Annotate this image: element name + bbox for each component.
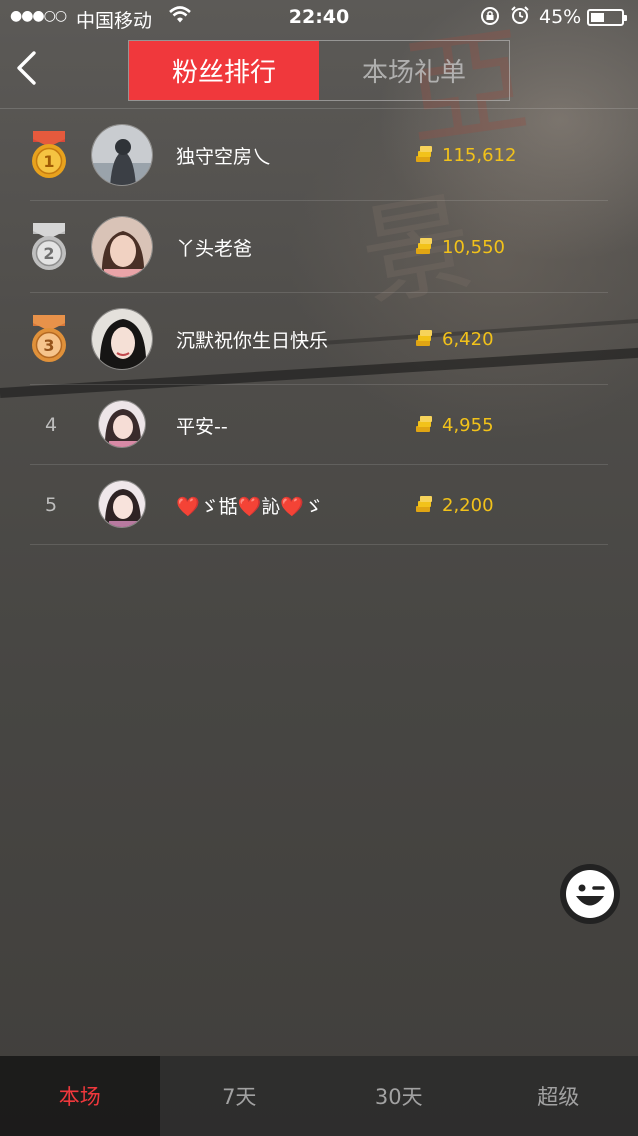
list-item[interactable]: 5 ❤️ゞ甛❤️訫❤️ゞ 2,200 bbox=[0, 465, 638, 545]
coin-amount: 4,955 bbox=[414, 385, 494, 465]
list-item[interactable]: 3 沉默祝你生日快乐 6,420 bbox=[0, 293, 638, 385]
user-name: ❤️ゞ甛❤️訫❤️ゞ bbox=[176, 495, 323, 518]
coin-amount: 10,550 bbox=[414, 201, 505, 293]
ranking-tabs: 粉丝排行 本场礼单 bbox=[128, 40, 510, 101]
avatar[interactable] bbox=[91, 124, 153, 186]
rank-number: 5 bbox=[44, 494, 58, 516]
medal-rank-number: 1 bbox=[43, 152, 54, 171]
orientation-lock-icon bbox=[480, 6, 500, 31]
coin-amount-value: 4,955 bbox=[442, 414, 494, 436]
tab-gift-list[interactable]: 本场礼单 bbox=[319, 41, 509, 100]
back-button[interactable] bbox=[12, 50, 44, 86]
period-tab-bar: 本场 7天 30天 超级 bbox=[0, 1056, 638, 1136]
avatar[interactable] bbox=[98, 480, 146, 528]
emoji-button[interactable] bbox=[559, 863, 621, 925]
coin-amount: 115,612 bbox=[414, 109, 516, 201]
fan-ranking-list: 1 独守空房乀 115,612 2 丫头老爸 10,550 3 沉默祝你生日快乐… bbox=[0, 109, 638, 545]
wink-face-icon bbox=[560, 864, 620, 924]
tab-super[interactable]: 超级 bbox=[479, 1056, 638, 1136]
coin-amount: 6,420 bbox=[414, 293, 494, 385]
bronze-medal-icon: 3 bbox=[32, 315, 66, 362]
gold-medal-icon: 1 bbox=[32, 131, 66, 178]
coin-icon bbox=[416, 238, 432, 254]
coin-icon bbox=[416, 146, 432, 162]
user-name: 丫头老爸 bbox=[176, 237, 253, 260]
list-item[interactable]: 2 丫头老爸 10,550 bbox=[0, 201, 638, 293]
row-divider bbox=[30, 544, 608, 545]
tab-7-days[interactable]: 7天 bbox=[160, 1056, 320, 1136]
battery-icon bbox=[587, 9, 627, 26]
coin-amount-value: 115,612 bbox=[442, 144, 517, 166]
list-item[interactable]: 1 独守空房乀 115,612 bbox=[0, 109, 638, 201]
silver-medal-icon: 2 bbox=[32, 223, 66, 270]
user-name: 独守空房乀 bbox=[176, 145, 272, 168]
coin-amount-value: 2,200 bbox=[442, 494, 494, 516]
medal-rank-number: 3 bbox=[43, 336, 54, 355]
rank-number: 4 bbox=[44, 414, 58, 436]
avatar[interactable] bbox=[98, 400, 146, 448]
alarm-icon bbox=[510, 5, 530, 30]
tab-30-days[interactable]: 30天 bbox=[319, 1056, 479, 1136]
coin-icon bbox=[416, 416, 432, 432]
tab-this-session[interactable]: 本场 bbox=[0, 1056, 160, 1136]
avatar[interactable] bbox=[91, 308, 153, 370]
coin-icon bbox=[416, 330, 432, 346]
user-name: 沉默祝你生日快乐 bbox=[176, 329, 329, 352]
medal-rank-number: 2 bbox=[43, 244, 54, 263]
chevron-left-icon bbox=[17, 51, 36, 85]
user-name: 平安-- bbox=[176, 415, 228, 438]
list-item[interactable]: 4 平安-- 4,955 bbox=[0, 385, 638, 465]
coin-amount-value: 10,550 bbox=[442, 236, 505, 258]
tab-fan-ranking[interactable]: 粉丝排行 bbox=[129, 41, 319, 100]
avatar[interactable] bbox=[91, 216, 153, 278]
status-bar: ●●●○○ 中国移动 22:40 45% bbox=[0, 0, 638, 36]
battery-percent: 45% bbox=[539, 6, 582, 28]
coin-icon bbox=[416, 496, 432, 512]
coin-amount: 2,200 bbox=[414, 465, 494, 545]
coin-amount-value: 6,420 bbox=[442, 328, 494, 350]
